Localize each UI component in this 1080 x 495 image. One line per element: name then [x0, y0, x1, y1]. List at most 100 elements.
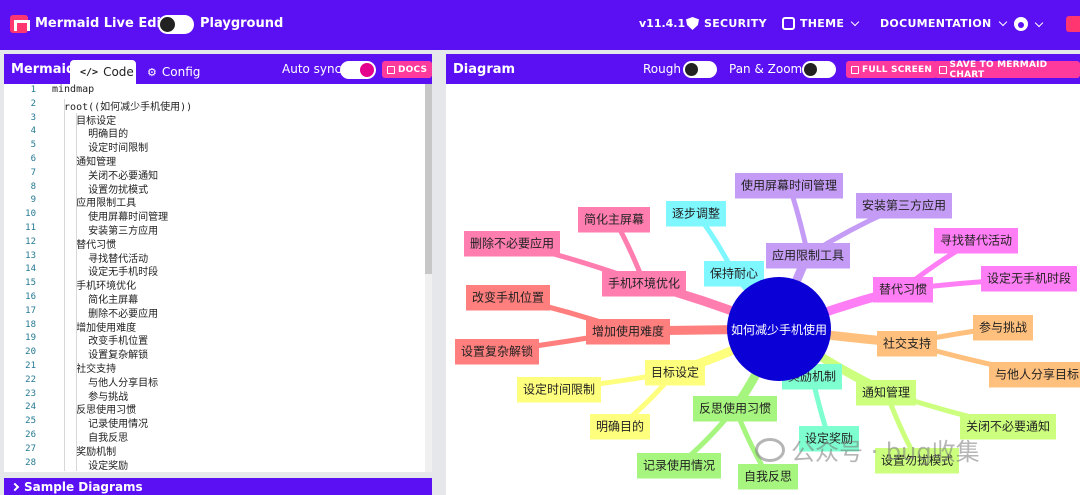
mindmap-leaf-node[interactable]: 改变手机位置 — [466, 285, 550, 311]
mindmap-root-node[interactable]: 如何减少手机使用 — [727, 277, 831, 381]
shield-icon — [686, 17, 699, 30]
node-label: 改变手机位置 — [472, 289, 544, 304]
line-number: 14 — [25, 264, 36, 275]
mindmap-branch-node[interactable]: 反思使用习惯 — [693, 396, 777, 422]
docs-label: DOCS — [398, 64, 428, 75]
line-number: 20 — [25, 347, 36, 358]
line-number: 27 — [25, 443, 36, 454]
auto-sync-toggle[interactable] — [340, 61, 376, 79]
save-to-mermaid-chart-button[interactable]: SAVE TO MERMAID CHART — [934, 60, 1080, 80]
node-label: 自我反思 — [744, 469, 792, 483]
tab-config-label: Config — [161, 65, 201, 79]
code-line: 使用屏幕时间管理 — [52, 212, 169, 224]
watermark: 公众号 · bug收集 — [755, 432, 980, 467]
code-line: 记录使用情况 — [52, 419, 149, 431]
mindmap-leaf-node[interactable]: 设定无手机时段 — [981, 266, 1077, 292]
line-number: 18 — [25, 319, 36, 330]
full-screen-button[interactable]: FULL SCREEN — [846, 61, 938, 78]
top-bar: Mermaid Live Editor Playground v11.4.1 S… — [0, 0, 1080, 50]
node-label: 设置复杂解锁 — [461, 343, 533, 358]
node-label: 简化主屏幕 — [584, 212, 644, 226]
node-label: 与他人分享目标 — [995, 366, 1079, 381]
mindmap-branch-node[interactable]: 通知管理 — [856, 380, 916, 406]
line-number: 28 — [25, 457, 36, 468]
mindmap-branch-node[interactable]: 增加使用难度 — [586, 319, 670, 345]
docs-button[interactable]: DOCS — [382, 61, 433, 78]
watermark-text: 公众号 · bug收集 — [791, 438, 980, 466]
code-line: mindmap — [52, 84, 95, 95]
line-number: 4 — [30, 126, 36, 137]
mindmap-branch-node[interactable]: 手机环境优化 — [602, 271, 686, 297]
tab-config[interactable]: ⚙ Config — [137, 60, 210, 84]
mindmap-leaf-node[interactable]: 自我反思 — [738, 464, 798, 490]
sample-diagrams-bar[interactable]: Sample Diagrams — [4, 478, 432, 495]
mindmap-leaf-node[interactable]: 安装第三方应用 — [856, 193, 952, 219]
mindmap-branch-node[interactable]: 目标设定 — [645, 360, 705, 386]
code-line: 设置勿扰模式 — [52, 184, 149, 196]
playground-label: Playground — [200, 16, 284, 31]
line-number: 23 — [25, 388, 36, 399]
github-menu[interactable] — [1014, 17, 1044, 31]
security-label: SECURITY — [704, 17, 767, 30]
documentation-menu[interactable]: DOCUMENTATION — [880, 17, 1007, 30]
scrollbar-thumb[interactable] — [425, 84, 432, 274]
mindmap-leaf-node[interactable]: 明确目的 — [590, 414, 650, 440]
gear-icon: ⚙ — [147, 65, 157, 79]
chevron-down-icon — [1034, 18, 1044, 27]
node-label: 设定无手机时段 — [987, 270, 1071, 285]
mindmap-leaf-node[interactable]: 与他人分享目标 — [989, 362, 1080, 388]
code-line: 改变手机位置 — [52, 336, 149, 348]
line-number: 7 — [30, 167, 36, 178]
theme-label: THEME — [800, 17, 845, 30]
wechat-icon — [755, 437, 785, 462]
mindmap-leaf-node[interactable]: 参与挑战 — [973, 315, 1033, 341]
code-line: 目标设定 — [52, 115, 117, 127]
mermaid-logo-icon[interactable] — [10, 15, 28, 33]
playground-toggle[interactable] — [158, 15, 194, 34]
code-line: 关闭不必要通知 — [52, 170, 159, 182]
pan-zoom-toggle[interactable] — [802, 61, 836, 78]
mindmap-branch-node[interactable]: 应用限制工具 — [766, 243, 850, 269]
line-number: 3 — [30, 112, 36, 123]
mindmap-leaf-node[interactable]: 设置复杂解锁 — [455, 339, 539, 365]
node-label: 反思使用习惯 — [699, 400, 771, 415]
mermaid-chart-icon[interactable] — [1066, 16, 1080, 32]
line-number: 15 — [25, 278, 36, 289]
theme-menu[interactable]: THEME — [782, 17, 860, 30]
code-line: 社交支持 — [52, 364, 117, 375]
mindmap-leaf-node[interactable]: 记录使用情况 — [637, 453, 721, 479]
rough-toggle[interactable] — [683, 61, 717, 78]
node-label: 手机环境优化 — [608, 275, 680, 290]
code-line: 寻找替代活动 — [52, 253, 149, 265]
editor-header: Mermaid </> Code ⚙ Config Auto sync DOCS — [4, 54, 433, 84]
palette-icon — [782, 17, 795, 30]
line-number: 5 — [30, 140, 36, 151]
code-line: 设定时间限制 — [52, 143, 149, 155]
line-number: 8 — [30, 181, 36, 192]
mindmap-leaf-node[interactable]: 删除不必要应用 — [464, 231, 560, 257]
chevron-down-icon — [998, 17, 1007, 27]
line-number-gutter: 1 2 3 4 5 6 7 8 9 10 11 12 13 14 15 16 17 18 19 20 21 22 23 24 2… — [4, 84, 40, 472]
mindmap-branch-node[interactable]: 社交支持 — [877, 331, 937, 357]
full-screen-label: FULL SCREEN — [862, 64, 933, 75]
node-label: 设定时间限制 — [523, 381, 595, 396]
mindmap-leaf-node[interactable]: 使用屏幕时间管理 — [735, 173, 843, 199]
mindmap-leaf-node[interactable]: 简化主屏幕 — [578, 207, 650, 233]
mindmap-leaf-node[interactable]: 设定时间限制 — [517, 377, 601, 403]
mindmap-branch-node[interactable]: 替代习惯 — [873, 277, 933, 303]
security-menu[interactable]: SECURITY — [686, 17, 767, 30]
chevron-down-icon — [850, 17, 860, 27]
code-editor[interactable]: 1 2 3 4 5 6 7 8 9 10 11 12 13 14 15 16 17 18 19 20 21 22 23 24 2… — [4, 84, 432, 472]
mindmap-leaf-node[interactable]: 寻找替代活动 — [934, 228, 1018, 254]
line-number: 13 — [25, 250, 36, 261]
node-label: 逐步调整 — [672, 205, 720, 220]
line-number: 19 — [25, 333, 36, 344]
rough-label: Rough — [643, 62, 681, 76]
diagram-title: Diagram — [453, 62, 516, 77]
line-number: 1 — [30, 85, 36, 95]
node-label: 应用限制工具 — [772, 247, 844, 262]
pan-zoom-label: Pan & Zoom — [729, 62, 803, 76]
mindmap-leaf-node[interactable]: 逐步调整 — [666, 201, 726, 227]
tab-code[interactable]: </> Code — [70, 60, 136, 84]
mindmap-branch-node[interactable]: 保持耐心 — [704, 261, 764, 287]
